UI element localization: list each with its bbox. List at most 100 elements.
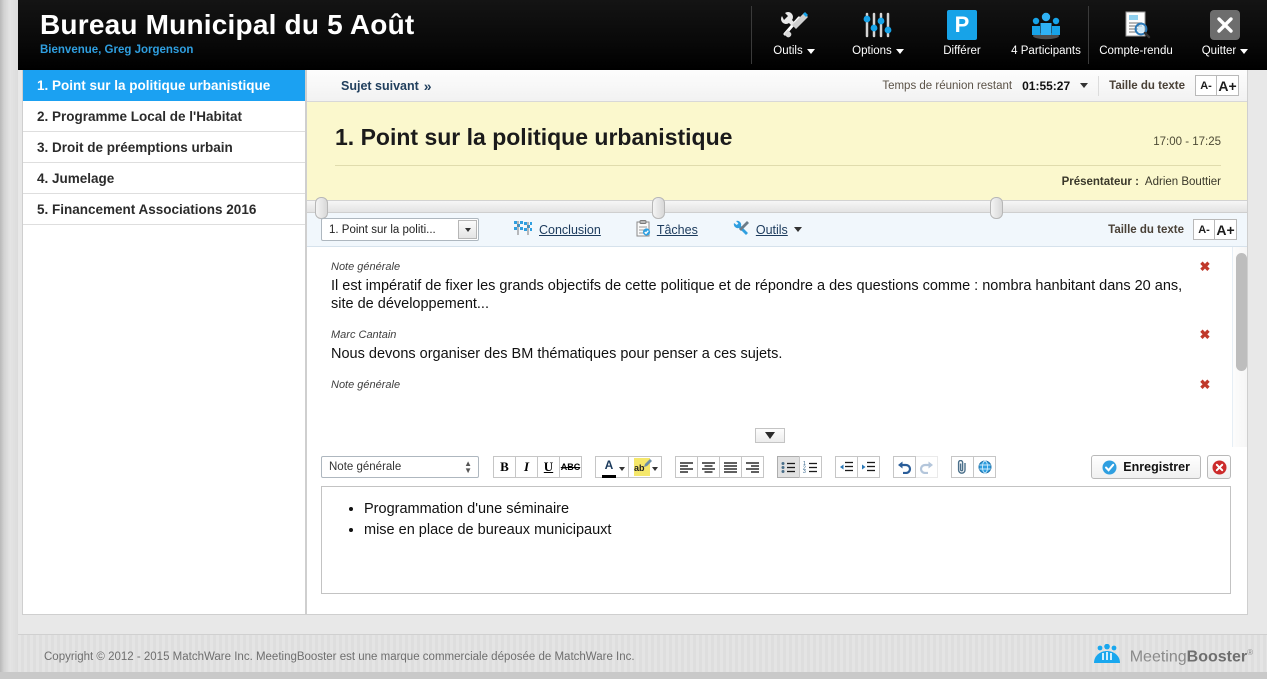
sidebar-item-topic-3[interactable]: 3. Droit de préemptions urbain — [23, 132, 305, 163]
compte-rendu-label: Compte-rendu — [1099, 45, 1173, 57]
timer-chevron-down-icon[interactable] — [1080, 83, 1089, 88]
delete-note-icon[interactable]: ✖ — [1200, 378, 1211, 391]
copyright-text: Copyright © 2012 - 2015 MatchWare Inc. M… — [44, 651, 635, 663]
note-type-value: Note générale — [329, 461, 402, 473]
save-button[interactable]: Enregistrer — [1091, 455, 1201, 479]
next-topic-label: Sujet suivant — [341, 78, 419, 93]
font-color-button[interactable]: A — [595, 456, 629, 478]
header-button-compte-rendu[interactable]: Compte-rendu — [1089, 0, 1183, 70]
alignment-group — [675, 456, 764, 478]
tasks-button[interactable]: Tâches — [635, 219, 698, 240]
time-remaining-label: Temps de réunion restant — [882, 79, 1013, 92]
sidebar-item-topic-2[interactable]: 2. Programme Local de l'Habitat — [23, 101, 305, 132]
align-left-button[interactable] — [675, 456, 698, 478]
cancel-button[interactable] — [1207, 455, 1231, 479]
delete-note-icon[interactable]: ✖ — [1200, 328, 1211, 341]
italic-button[interactable]: I — [515, 456, 538, 478]
notes-text-size-group: A- A+ — [1193, 219, 1237, 240]
document-search-icon — [1120, 9, 1152, 41]
triangle-down-icon — [764, 432, 775, 439]
meeting-title: Bureau Municipal du 5 Août — [40, 9, 415, 40]
align-justify-button[interactable] — [719, 456, 742, 478]
text-size-decrease-button[interactable]: A- — [1195, 75, 1217, 96]
outdent-button[interactable] — [835, 456, 858, 478]
main-topbar: Sujet suivant » Temps de réunion restant… — [307, 70, 1247, 102]
quitter-label: Quitter — [1201, 45, 1237, 57]
logo-text-meeting: Meeting — [1129, 648, 1187, 666]
attach-button[interactable] — [951, 456, 974, 478]
tools-button[interactable]: Outils — [732, 220, 802, 239]
underline-button[interactable]: U — [537, 456, 560, 478]
chevron-down-icon — [458, 220, 477, 239]
header-button-outils[interactable]: Outils — [752, 0, 836, 70]
link-button[interactable] — [973, 456, 996, 478]
notes-text-size-decrease-button[interactable]: A- — [1193, 219, 1215, 240]
header-button-differer[interactable]: P Différer — [920, 0, 1004, 70]
delete-note-icon[interactable]: ✖ — [1200, 260, 1211, 273]
topic-presenter: Présentateur : Adrien Bouttier — [335, 176, 1221, 188]
application-window: Bureau Municipal du 5 Août Bienvenue, Gr… — [0, 0, 1267, 679]
header-button-options[interactable]: Options — [836, 0, 920, 70]
splitter-grip-left[interactable] — [315, 197, 328, 219]
editor-content[interactable]: Programmation d'une séminaire mise en pl… — [321, 486, 1231, 594]
editor-list-item: mise en place de bureaux municipauxt — [364, 520, 1220, 541]
divider — [1098, 75, 1100, 96]
topic-time-range: 17:00 - 17:25 — [1153, 136, 1221, 148]
text-size-label: Taille du texte — [1109, 79, 1185, 92]
note-author: Note générale — [331, 379, 401, 391]
checkered-flag-icon — [513, 220, 533, 239]
notes-list: Note générale Il est impératif de fixer … — [307, 247, 1232, 447]
note-type-select[interactable]: Note générale ▲ ▼ — [321, 456, 479, 478]
redo-button[interactable] — [915, 456, 938, 478]
participants-label: 4 Participants — [1011, 45, 1081, 57]
welcome-message: Bienvenue, Greg Jorgenson — [40, 44, 194, 56]
header-button-label: Outils — [773, 45, 815, 57]
wrench-screwdriver-icon — [778, 9, 810, 41]
note-body: Nous devons organiser des BM thématiques… — [331, 346, 783, 362]
splitter-grip-right[interactable] — [990, 197, 1003, 219]
note-author: Note générale — [331, 261, 401, 273]
bullet-list-button[interactable] — [777, 456, 800, 478]
editor-actions: Enregistrer — [1091, 455, 1231, 479]
align-center-button[interactable] — [697, 456, 720, 478]
header-button-participants[interactable]: 4 Participants — [1004, 0, 1088, 70]
sidebar-item-topic-1[interactable]: 1. Point sur la politique urbanistique — [23, 70, 305, 101]
highlight-button[interactable]: ab — [628, 456, 662, 478]
topic-select[interactable]: 1. Point sur la politi... — [321, 218, 479, 241]
indent-button[interactable] — [857, 456, 880, 478]
logo-registered-mark: ® — [1247, 647, 1253, 657]
parking-p-icon: P — [947, 9, 977, 41]
undo-button[interactable] — [893, 456, 916, 478]
conclusion-button[interactable]: Conclusion — [513, 220, 601, 239]
strikethrough-button[interactable]: ABC — [559, 456, 582, 478]
numbered-list-button[interactable]: 123 — [799, 456, 822, 478]
align-justify-icon — [724, 462, 737, 473]
topic-header-panel: 1. Point sur la politique urbanistique 1… — [307, 102, 1247, 200]
align-right-button[interactable] — [741, 456, 764, 478]
chevron-down-icon — [1240, 48, 1249, 54]
insert-group — [951, 456, 996, 478]
text-size-increase-button[interactable]: A+ — [1217, 75, 1239, 96]
double-chevron-right-icon: » — [423, 77, 432, 94]
panel-splitter[interactable] — [307, 197, 1247, 219]
header-button-label: Compte-rendu — [1099, 45, 1173, 57]
chevron-down-icon — [793, 227, 802, 232]
logo-text: MeetingBooster® — [1130, 648, 1253, 666]
svg-text:3: 3 — [803, 469, 806, 473]
next-topic-button[interactable]: Sujet suivant » — [341, 77, 432, 94]
wrench-icon — [732, 220, 750, 239]
notes-scrollbar[interactable] — [1232, 247, 1248, 447]
bold-button[interactable]: B — [493, 456, 516, 478]
notes-text-size-increase-button[interactable]: A+ — [1215, 219, 1237, 240]
scroll-down-button[interactable] — [754, 428, 785, 443]
sidebar-item-topic-4[interactable]: 4. Jumelage — [23, 163, 305, 194]
header-button-quitter[interactable]: Quitter — [1183, 0, 1267, 70]
left-gutter — [0, 0, 18, 679]
splitter-grip-center[interactable] — [652, 197, 665, 219]
logo-text-booster: Booster — [1186, 648, 1248, 666]
app-header: Bureau Municipal du 5 Août Bienvenue, Gr… — [18, 0, 1267, 70]
agenda-sidebar: 1. Point sur la politique urbanistique 2… — [22, 70, 306, 615]
page-title: 1. Point sur la politique urbanistique — [335, 124, 733, 150]
sidebar-item-topic-5[interactable]: 5. Financement Associations 2016 — [23, 194, 305, 225]
notes-scrollbar-thumb[interactable] — [1236, 253, 1248, 371]
